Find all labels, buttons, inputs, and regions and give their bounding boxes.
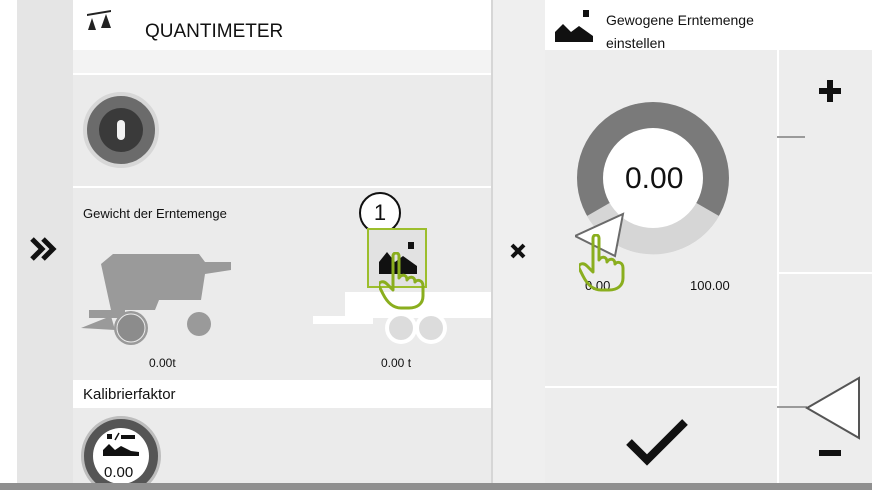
power-toggle-icon <box>117 120 125 140</box>
minus-icon[interactable] <box>817 446 843 460</box>
scale-icon <box>87 10 111 30</box>
calib-inner: 0.00 <box>93 428 149 483</box>
hand-pointer-icon <box>379 252 425 310</box>
double-chevron-right-icon[interactable] <box>29 236 59 262</box>
calib-button[interactable]: 0.00 <box>81 416 161 483</box>
checkmark-icon[interactable] <box>625 418 689 466</box>
calib-label: Kalibrierfaktor <box>83 386 176 403</box>
dialog-title-line1: Gewogene Erntemenge <box>606 12 754 28</box>
trailer-weight: 0.00 t <box>381 356 412 370</box>
combine-weight: 0.00t <box>149 356 176 370</box>
power-toggle-knob <box>99 108 143 152</box>
bottom-edge <box>0 483 872 490</box>
combine-weight-unit: t <box>172 356 176 370</box>
dialog-value-area: 0.00 0.00 100.00 <box>545 50 777 483</box>
dial-max-label: 100.00 <box>690 278 730 293</box>
dialog-title-line2: einstellen <box>606 35 666 51</box>
quantimeter-panel: QUANTIMETER Gewicht der Erntemenge 0.00t… <box>73 0 491 483</box>
left-strip <box>17 0 73 483</box>
combine-weight-value: 0.00 <box>149 356 173 370</box>
plus-icon[interactable] <box>817 78 843 104</box>
calib-value: 0.00 <box>104 464 134 481</box>
panel-title: QUANTIMETER <box>145 21 284 42</box>
dial-value: 0.00 <box>625 162 684 195</box>
power-toggle-button[interactable] <box>83 92 159 168</box>
dialog-header: Gewogene Erntemenge einstellen <box>545 0 872 51</box>
weight-label: Gewicht der Erntemenge <box>83 206 227 221</box>
combine-harvester-icon <box>81 254 231 345</box>
dialog-close-column <box>493 0 545 483</box>
dialog-step-column <box>777 50 872 483</box>
scale-tick-top <box>777 136 805 138</box>
scale-tick-bottom <box>777 406 807 408</box>
slider-marker-icon[interactable] <box>805 376 865 440</box>
hand-pointer-icon <box>579 234 625 292</box>
harvest-weight-header-icon <box>555 10 593 42</box>
close-icon[interactable] <box>509 242 527 260</box>
calibration-icon <box>103 432 139 456</box>
